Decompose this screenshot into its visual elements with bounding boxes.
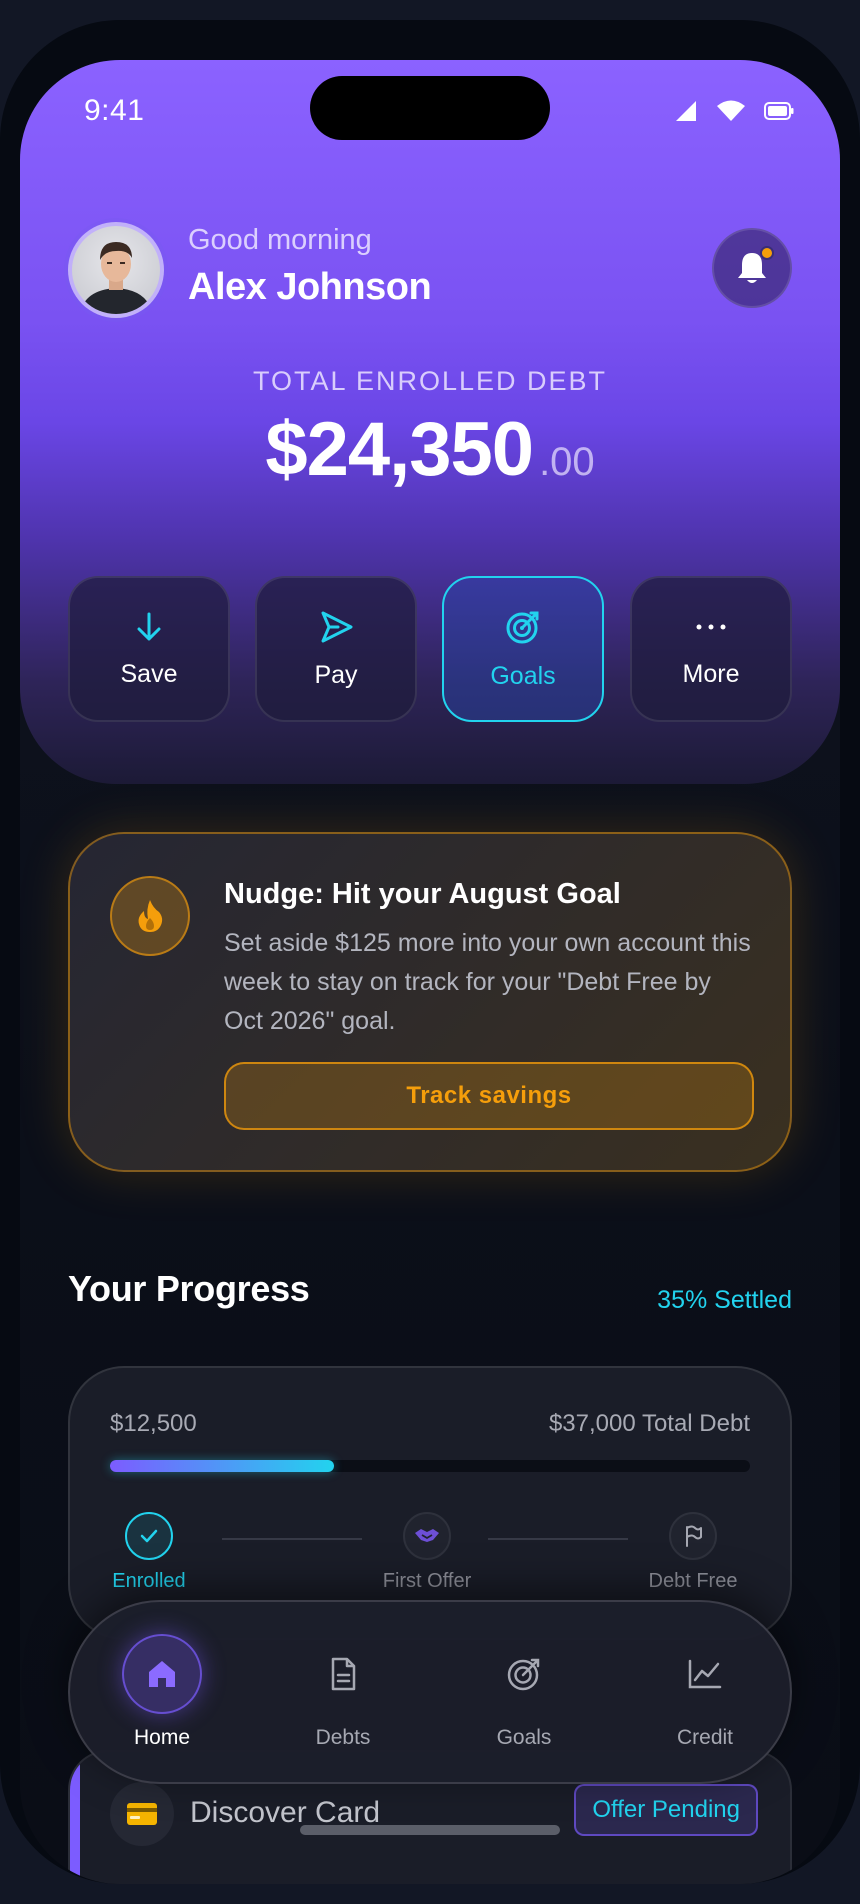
goals-label: Goals	[490, 661, 556, 690]
status-bar: 9:41	[20, 60, 840, 170]
settled-percentage: 35% Settled	[657, 1286, 792, 1314]
progress-bar	[110, 1460, 750, 1472]
check-icon	[125, 1512, 173, 1560]
notifications-button[interactable]	[712, 228, 792, 308]
settled-amount: $12,500	[110, 1410, 197, 1437]
app-screen: 9:41 Good morning Alex Johnson TOTAL ENR…	[20, 60, 840, 1884]
document-icon	[303, 1634, 383, 1714]
battery-icon	[764, 102, 794, 120]
target-icon	[484, 1634, 564, 1714]
greeting-text: Good morning	[188, 224, 372, 256]
arrow-down-icon	[137, 612, 161, 640]
fire-icon	[110, 876, 190, 956]
wifi-icon	[716, 100, 746, 122]
cellular-signal-icon	[674, 100, 698, 122]
home-icon	[122, 1634, 202, 1714]
status-badge: Offer Pending	[574, 1784, 758, 1836]
nudge-message: Set aside $125 more into your own accoun…	[224, 929, 751, 1035]
send-icon	[321, 611, 353, 642]
nav-label: Debts	[315, 1726, 371, 1749]
flag-icon	[669, 1512, 717, 1560]
user-name: Alex Johnson	[188, 266, 432, 308]
step-label: First Offer	[382, 1570, 472, 1592]
nudge-title: Nudge: Hit your August Goal	[224, 878, 621, 910]
nav-label: Goals	[496, 1726, 552, 1749]
chart-icon	[665, 1634, 745, 1714]
progress-bar-fill	[110, 1460, 334, 1472]
pay-label: Pay	[314, 660, 358, 689]
step-enrolled: Enrolled	[64, 1512, 234, 1593]
total-debt-label: TOTAL ENROLLED DEBT	[252, 366, 608, 396]
phone-frame: 9:41 Good morning Alex Johnson TOTAL ENR…	[0, 20, 860, 1884]
step-first-offer: First Offer	[342, 1512, 512, 1593]
status-icons	[674, 100, 794, 122]
hero-panel: 9:41 Good morning Alex Johnson TOTAL ENR…	[20, 60, 840, 784]
nav-label: Home	[133, 1726, 191, 1749]
debt-amount-cents: .00	[539, 440, 595, 484]
step-connector	[222, 1538, 362, 1540]
more-button[interactable]: More	[630, 576, 792, 722]
status-time: 9:41	[84, 94, 145, 127]
credit-card-icon	[110, 1782, 174, 1846]
avatar[interactable]	[68, 222, 164, 318]
home-indicator[interactable]	[300, 1825, 560, 1835]
step-debt-free: Debt Free	[608, 1512, 778, 1593]
nav-credit[interactable]: Credit	[615, 1634, 795, 1750]
nudge-card: Nudge: Hit your August Goal Set aside $1…	[68, 832, 792, 1172]
progress-title: Your Progress	[68, 1268, 310, 1309]
total-debt-amount: $24,350.00	[20, 406, 840, 493]
goals-button[interactable]: Goals	[442, 576, 604, 722]
track-savings-button[interactable]: Track savings	[224, 1062, 754, 1130]
quick-actions: Save Pay Goals More	[68, 576, 792, 722]
progress-card: $12,500 $37,000 Total Debt Enrolled Firs…	[68, 1366, 792, 1640]
debt-amount-dollars: $24,350	[265, 407, 534, 492]
dynamic-island	[310, 76, 550, 140]
user-portrait-icon	[80, 242, 152, 314]
step-label: Debt Free	[648, 1570, 738, 1592]
bottom-nav: Home Debts Goals Credit	[68, 1600, 792, 1784]
save-button[interactable]: Save	[68, 576, 230, 722]
save-label: Save	[120, 659, 178, 688]
nav-goals[interactable]: Goals	[434, 1634, 614, 1750]
target-icon	[506, 611, 539, 643]
step-label: Enrolled	[112, 1570, 186, 1592]
nav-label: Credit	[676, 1726, 734, 1749]
more-icon	[696, 624, 726, 629]
total-debt-label: $37,000 Total Debt	[548, 1410, 750, 1437]
nav-home[interactable]: Home	[72, 1634, 252, 1750]
handshake-icon	[403, 1512, 451, 1560]
more-label: More	[682, 659, 740, 688]
card-accent	[70, 1752, 80, 1884]
nav-debts[interactable]: Debts	[253, 1634, 433, 1750]
pay-button[interactable]: Pay	[255, 576, 417, 722]
notification-badge	[760, 246, 774, 260]
